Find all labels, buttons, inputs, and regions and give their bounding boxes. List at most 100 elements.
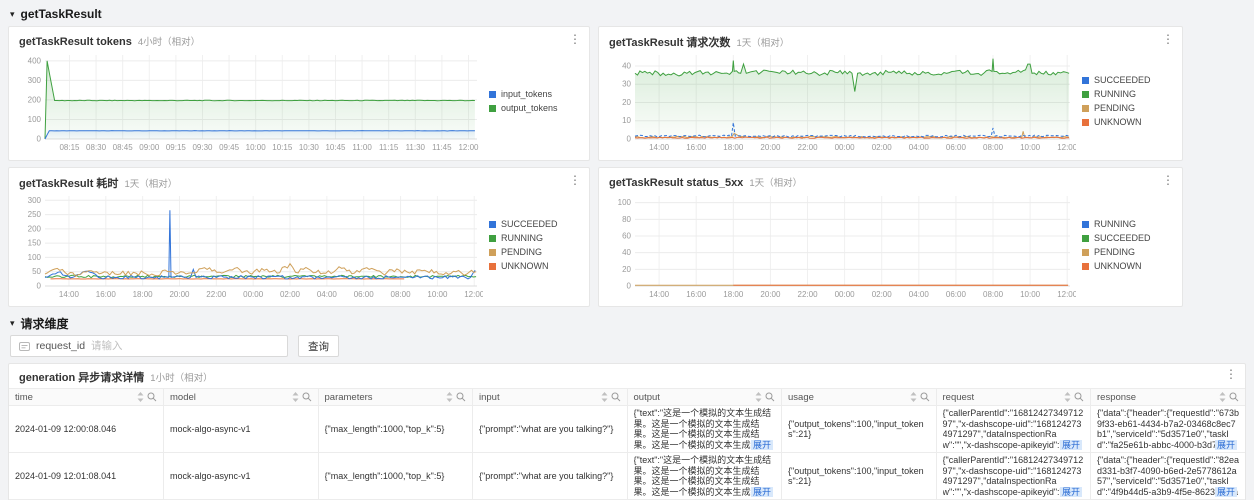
- section-title: getTaskResult: [20, 7, 102, 21]
- sort-icon[interactable]: [755, 392, 762, 402]
- svg-text:300: 300: [28, 76, 42, 85]
- kebab-menu-icon[interactable]: ⋮: [569, 174, 581, 186]
- svg-text:80: 80: [622, 215, 631, 224]
- expand-link[interactable]: 展开: [1214, 439, 1237, 450]
- query-button[interactable]: 查询: [298, 335, 339, 357]
- svg-text:22:00: 22:00: [798, 290, 819, 299]
- search-icon[interactable]: [147, 392, 157, 402]
- section-header-gettaskresult[interactable]: ▾ getTaskResult: [10, 6, 1244, 22]
- legend-item-input_tokens[interactable]: input_tokens: [489, 89, 583, 99]
- column-header-model[interactable]: model: [163, 388, 319, 406]
- svg-text:00:00: 00:00: [835, 290, 856, 299]
- request-id-filter[interactable]: request_id: [10, 335, 288, 357]
- legend-item-running[interactable]: RUNNING: [1082, 89, 1176, 99]
- legend-item-pending[interactable]: PENDING: [489, 247, 583, 257]
- chart-canvas[interactable]: 14:00 16:00 18:00 20:00 22:00 00:00 02:00 04:00…: [603, 49, 1078, 153]
- legend-item-unknown[interactable]: UNKNOWN: [1082, 117, 1176, 127]
- search-icon[interactable]: [1229, 392, 1239, 402]
- collapse-arrow-icon[interactable]: ▾: [10, 9, 15, 19]
- sort-icon[interactable]: [137, 392, 144, 402]
- svg-text:18:00: 18:00: [723, 290, 744, 299]
- search-icon[interactable]: [302, 392, 312, 402]
- svg-text:10:00: 10:00: [246, 143, 267, 152]
- search-icon[interactable]: [765, 392, 775, 402]
- legend-swatch-icon: [489, 248, 496, 256]
- kebab-menu-icon[interactable]: ⋮: [1162, 174, 1174, 186]
- table-title: generation 异步请求详情: [19, 372, 145, 384]
- search-icon[interactable]: [456, 392, 466, 402]
- request-id-input[interactable]: [91, 340, 279, 352]
- search-icon[interactable]: [920, 392, 930, 402]
- collapse-arrow-icon[interactable]: ▾: [10, 318, 15, 328]
- svg-text:20:00: 20:00: [760, 143, 781, 152]
- column-header-usage[interactable]: usage: [781, 388, 937, 406]
- sort-icon[interactable]: [910, 392, 917, 402]
- chart-canvas[interactable]: 14:00 16:00 18:00 20:00 22:00 00:00 02:00 04:00…: [13, 190, 485, 300]
- sort-icon[interactable]: [292, 392, 299, 402]
- column-header-response[interactable]: response: [1090, 388, 1245, 406]
- legend-item-succeeded[interactable]: SUCCEEDED: [1082, 75, 1176, 85]
- svg-text:14:00: 14:00: [649, 290, 670, 299]
- svg-text:12:00: 12:00: [464, 290, 483, 299]
- section-header-request-dimension[interactable]: ▾ 请求维度: [10, 315, 1244, 331]
- expand-link[interactable]: 展开: [1059, 439, 1082, 450]
- chart-canvas[interactable]: 08:15 08:30 08:45 09:00 09:15 09:30 09:45 10:00…: [13, 49, 483, 153]
- column-header-parameters[interactable]: parameters: [318, 388, 473, 406]
- legend-item-pending[interactable]: PENDING: [1082, 103, 1176, 113]
- legend-item-output_tokens[interactable]: output_tokens: [489, 103, 583, 113]
- legend-item-running[interactable]: RUNNING: [1082, 219, 1176, 229]
- field-tag-icon: [19, 341, 30, 351]
- table-row[interactable]: 2024-01-09 12:01:08.041 mock-algo-async-v…: [9, 452, 1245, 500]
- expand-link[interactable]: 展开: [1214, 486, 1237, 497]
- svg-text:00:00: 00:00: [835, 143, 856, 152]
- svg-text:60: 60: [622, 232, 631, 241]
- svg-text:10:15: 10:15: [272, 143, 293, 152]
- svg-text:04:00: 04:00: [909, 290, 930, 299]
- svg-text:02:00: 02:00: [280, 290, 301, 299]
- table-row[interactable]: 2024-01-09 12:00:08.046 mock-algo-async-v…: [9, 405, 1245, 453]
- chart-card-status-5xx: getTaskResult status_5xx 1天（相对） ⋮ 14:00 1…: [598, 167, 1183, 307]
- column-header-input[interactable]: input: [472, 388, 628, 406]
- legend-swatch-icon: [1082, 248, 1089, 256]
- search-icon[interactable]: [1074, 392, 1084, 402]
- legend-swatch-icon: [489, 90, 496, 98]
- column-header-request[interactable]: request: [936, 388, 1091, 406]
- svg-text:20: 20: [622, 265, 631, 274]
- svg-text:10: 10: [622, 116, 631, 125]
- legend-item-unknown[interactable]: UNKNOWN: [1082, 261, 1176, 271]
- expand-link[interactable]: 展开: [750, 439, 773, 450]
- kebab-menu-icon[interactable]: ⋮: [569, 33, 581, 45]
- chart-canvas[interactable]: 14:00 16:00 18:00 20:00 22:00 00:00 02:00 04:00…: [603, 190, 1078, 300]
- search-icon[interactable]: [611, 392, 621, 402]
- legend-item-succeeded[interactable]: SUCCEEDED: [489, 219, 583, 229]
- sort-icon[interactable]: [1064, 392, 1071, 402]
- legend-item-unknown[interactable]: UNKNOWN: [489, 261, 583, 271]
- svg-text:250: 250: [28, 210, 42, 219]
- sort-icon[interactable]: [1219, 392, 1226, 402]
- svg-text:06:00: 06:00: [946, 290, 967, 299]
- sort-icon[interactable]: [601, 392, 608, 402]
- legend-swatch-icon: [489, 234, 496, 242]
- filter-field-label: request_id: [36, 340, 86, 352]
- svg-text:100: 100: [618, 198, 632, 207]
- legend-item-succeeded[interactable]: SUCCEEDED: [1082, 233, 1176, 243]
- svg-text:18:00: 18:00: [723, 143, 744, 152]
- kebab-menu-icon[interactable]: ⋮: [1225, 368, 1237, 380]
- legend-swatch-icon: [1082, 104, 1089, 112]
- column-header-time[interactable]: time: [9, 388, 164, 406]
- legend-item-pending[interactable]: PENDING: [1082, 247, 1176, 257]
- svg-text:200: 200: [28, 95, 42, 104]
- column-header-output[interactable]: output: [627, 388, 782, 406]
- legend-item-running[interactable]: RUNNING: [489, 233, 583, 243]
- svg-text:14:00: 14:00: [649, 143, 670, 152]
- table-timerange: 1小时（相对）: [150, 373, 213, 384]
- svg-text:12:00: 12:00: [458, 143, 479, 152]
- svg-text:20: 20: [622, 98, 631, 107]
- kebab-menu-icon[interactable]: ⋮: [1162, 33, 1174, 45]
- sort-icon[interactable]: [446, 392, 453, 402]
- chart-title: getTaskResult status_5xx: [609, 177, 744, 189]
- svg-text:40: 40: [622, 248, 631, 257]
- svg-text:11:00: 11:00: [352, 143, 372, 152]
- expand-link[interactable]: 展开: [1059, 486, 1082, 497]
- expand-link[interactable]: 展开: [750, 486, 773, 497]
